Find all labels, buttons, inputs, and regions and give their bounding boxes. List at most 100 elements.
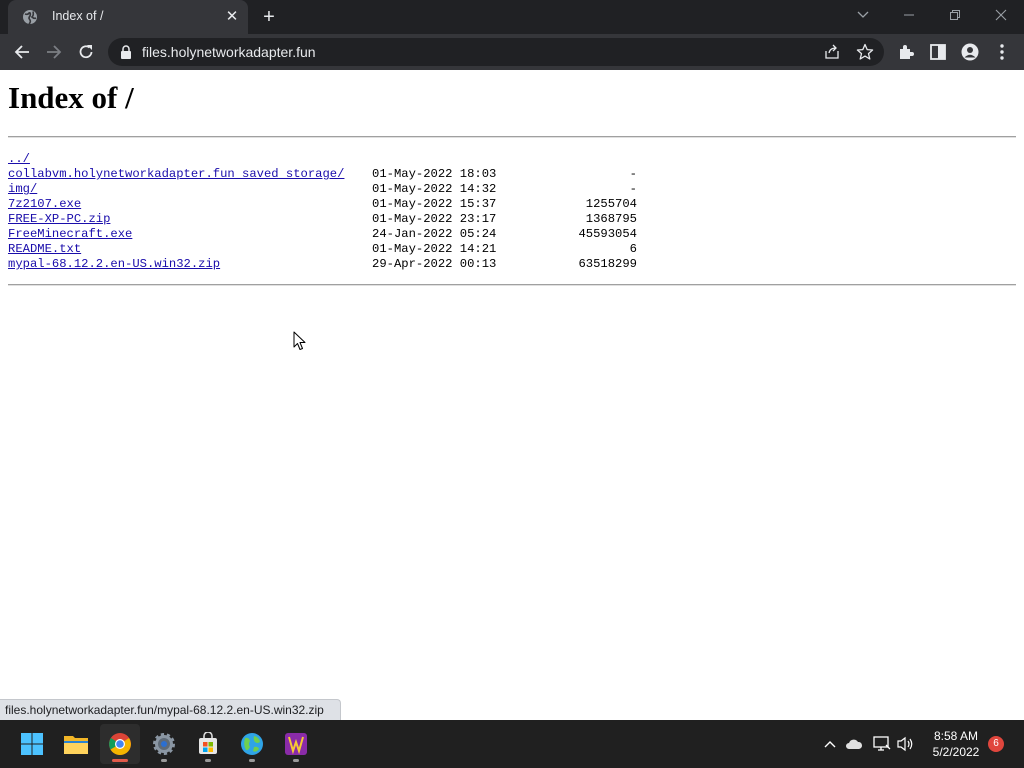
file-size: 63518299: [578, 257, 637, 271]
start-icon: [21, 733, 43, 755]
file-link[interactable]: README.txt: [8, 242, 81, 257]
link-status-bubble: files.holynetworkadapter.fun/mypal-68.12…: [0, 699, 341, 720]
network-button[interactable]: [873, 735, 891, 753]
globe-icon: [241, 733, 263, 755]
taskbar-settings[interactable]: [144, 724, 184, 764]
file-link[interactable]: FreeMinecraft.exe: [8, 227, 132, 242]
file-date: 01-May-2022 14:32: [372, 182, 497, 196]
minimize-button[interactable]: [886, 0, 932, 30]
list-item: collabvm.holynetworkadapter.fun saved st…: [8, 167, 637, 182]
restore-icon: [950, 10, 960, 20]
volume-button[interactable]: [897, 735, 915, 753]
running-app-indicator: [293, 759, 299, 762]
file-size: 1255704: [585, 197, 637, 211]
speaker-icon: [897, 736, 913, 752]
file-size: -: [629, 167, 637, 181]
extensions-icon[interactable]: [897, 43, 915, 61]
lock-icon[interactable]: [120, 45, 132, 59]
restore-button[interactable]: [932, 0, 978, 30]
arrow-left-icon: [14, 45, 29, 59]
reload-button[interactable]: [72, 38, 100, 66]
browser-tab[interactable]: Index of / ✕: [8, 0, 248, 34]
close-window-button[interactable]: [978, 0, 1024, 30]
tab-title: Index of /: [52, 9, 104, 23]
file-link[interactable]: mypal-68.12.2.en-US.win32.zip: [8, 257, 220, 272]
page-content: Index of / ../ collabvm.holynetworkadapt…: [0, 70, 1024, 720]
running-app-indicator: [249, 759, 255, 762]
reload-icon: [79, 45, 93, 59]
parent-directory-link[interactable]: ../: [8, 152, 30, 167]
close-icon: [995, 9, 1007, 21]
file-date: 01-May-2022 15:37: [372, 197, 497, 211]
bookmark-star-icon[interactable]: [856, 43, 874, 61]
list-item: FreeMinecraft.exe 24-Jan-2022 05:24 4559…: [8, 227, 637, 242]
file-link[interactable]: 7z2107.exe: [8, 197, 81, 212]
running-app-indicator: [205, 759, 211, 762]
active-app-indicator: [112, 759, 128, 762]
taskbar-chrome[interactable]: [100, 724, 140, 764]
clock-time: 8:58 AM: [933, 729, 979, 743]
list-item: mypal-68.12.2.en-US.win32.zip 29-Apr-202…: [8, 257, 637, 272]
file-size: 6: [629, 242, 637, 256]
cloud-icon: [846, 739, 863, 749]
chevron-up-icon: [824, 741, 836, 748]
notification-badge[interactable]: 6: [988, 736, 1004, 752]
top-divider: [8, 136, 1016, 138]
taskbar-globe-app[interactable]: [232, 724, 272, 764]
side-panel-icon[interactable]: [929, 43, 947, 61]
file-size: 1368795: [585, 212, 637, 226]
new-tab-button[interactable]: +: [256, 6, 282, 28]
share-icon[interactable]: [824, 44, 840, 60]
chrome-icon: [109, 733, 131, 755]
menu-dots-icon[interactable]: [993, 43, 1011, 61]
file-size: 45593054: [578, 227, 637, 241]
address-bar[interactable]: files.holynetworkadapter.fun: [108, 38, 884, 66]
taskbar-file-explorer[interactable]: [56, 724, 96, 764]
taskbar-store[interactable]: [188, 724, 228, 764]
file-date: 01-May-2022 18:03: [372, 167, 497, 181]
list-item: ../: [8, 152, 52, 167]
browser-toolbar: files.holynetworkadapter.fun: [0, 34, 1024, 70]
forward-button[interactable]: [40, 38, 68, 66]
url-text[interactable]: files.holynetworkadapter.fun: [142, 44, 316, 60]
store-icon: [199, 732, 217, 754]
chevron-down-icon: [857, 11, 869, 18]
file-date: 24-Jan-2022 05:24: [372, 227, 497, 241]
tab-strip: Index of / ✕ +: [0, 0, 1024, 34]
clock-date: 5/2/2022: [932, 745, 980, 759]
taskbar: 8:58 AM 5/2/2022: [0, 720, 1024, 768]
start-button[interactable]: [12, 724, 52, 764]
network-icon: [873, 736, 891, 751]
file-date: 01-May-2022 14:21: [372, 242, 497, 256]
file-date: 29-Apr-2022 00:13: [372, 257, 497, 271]
profile-avatar-icon[interactable]: [961, 43, 979, 61]
file-link[interactable]: collabvm.holynetworkadapter.fun saved st…: [8, 167, 344, 182]
taskbar-winamp[interactable]: [276, 724, 316, 764]
file-link[interactable]: img/: [8, 182, 37, 197]
list-item: 7z2107.exe 01-May-2022 15:37 1255704: [8, 197, 637, 212]
list-item: img/ 01-May-2022 14:32 -: [8, 182, 637, 197]
tab-search-button[interactable]: [840, 0, 886, 30]
close-tab-icon[interactable]: ✕: [224, 9, 240, 25]
running-app-indicator: [161, 759, 167, 762]
list-item: README.txt 01-May-2022 14:21 6: [8, 242, 637, 257]
winamp-icon: [285, 733, 307, 755]
mouse-cursor-icon: [293, 331, 306, 350]
file-size: -: [629, 182, 637, 196]
minimize-icon: [904, 14, 914, 16]
arrow-right-icon: [47, 45, 62, 59]
window-controls: [840, 0, 1024, 30]
list-item: FREE-XP-PC.zip 01-May-2022 23:17 1368795: [8, 212, 637, 227]
file-link[interactable]: FREE-XP-PC.zip: [8, 212, 110, 227]
bottom-divider: [8, 284, 1016, 286]
back-button[interactable]: [8, 38, 36, 66]
globe-icon: [23, 10, 37, 25]
file-date: 01-May-2022 23:17: [372, 212, 497, 226]
settings-icon: [153, 733, 175, 755]
onedrive-button[interactable]: [845, 735, 863, 753]
file-explorer-icon: [64, 736, 88, 754]
taskbar-clock[interactable]: 8:58 AM 5/2/2022: [925, 728, 987, 760]
show-hidden-icons-button[interactable]: [821, 735, 839, 753]
directory-listing: ../ collabvm.holynetworkadapter.fun save…: [8, 152, 637, 272]
page-title: Index of /: [8, 80, 134, 115]
